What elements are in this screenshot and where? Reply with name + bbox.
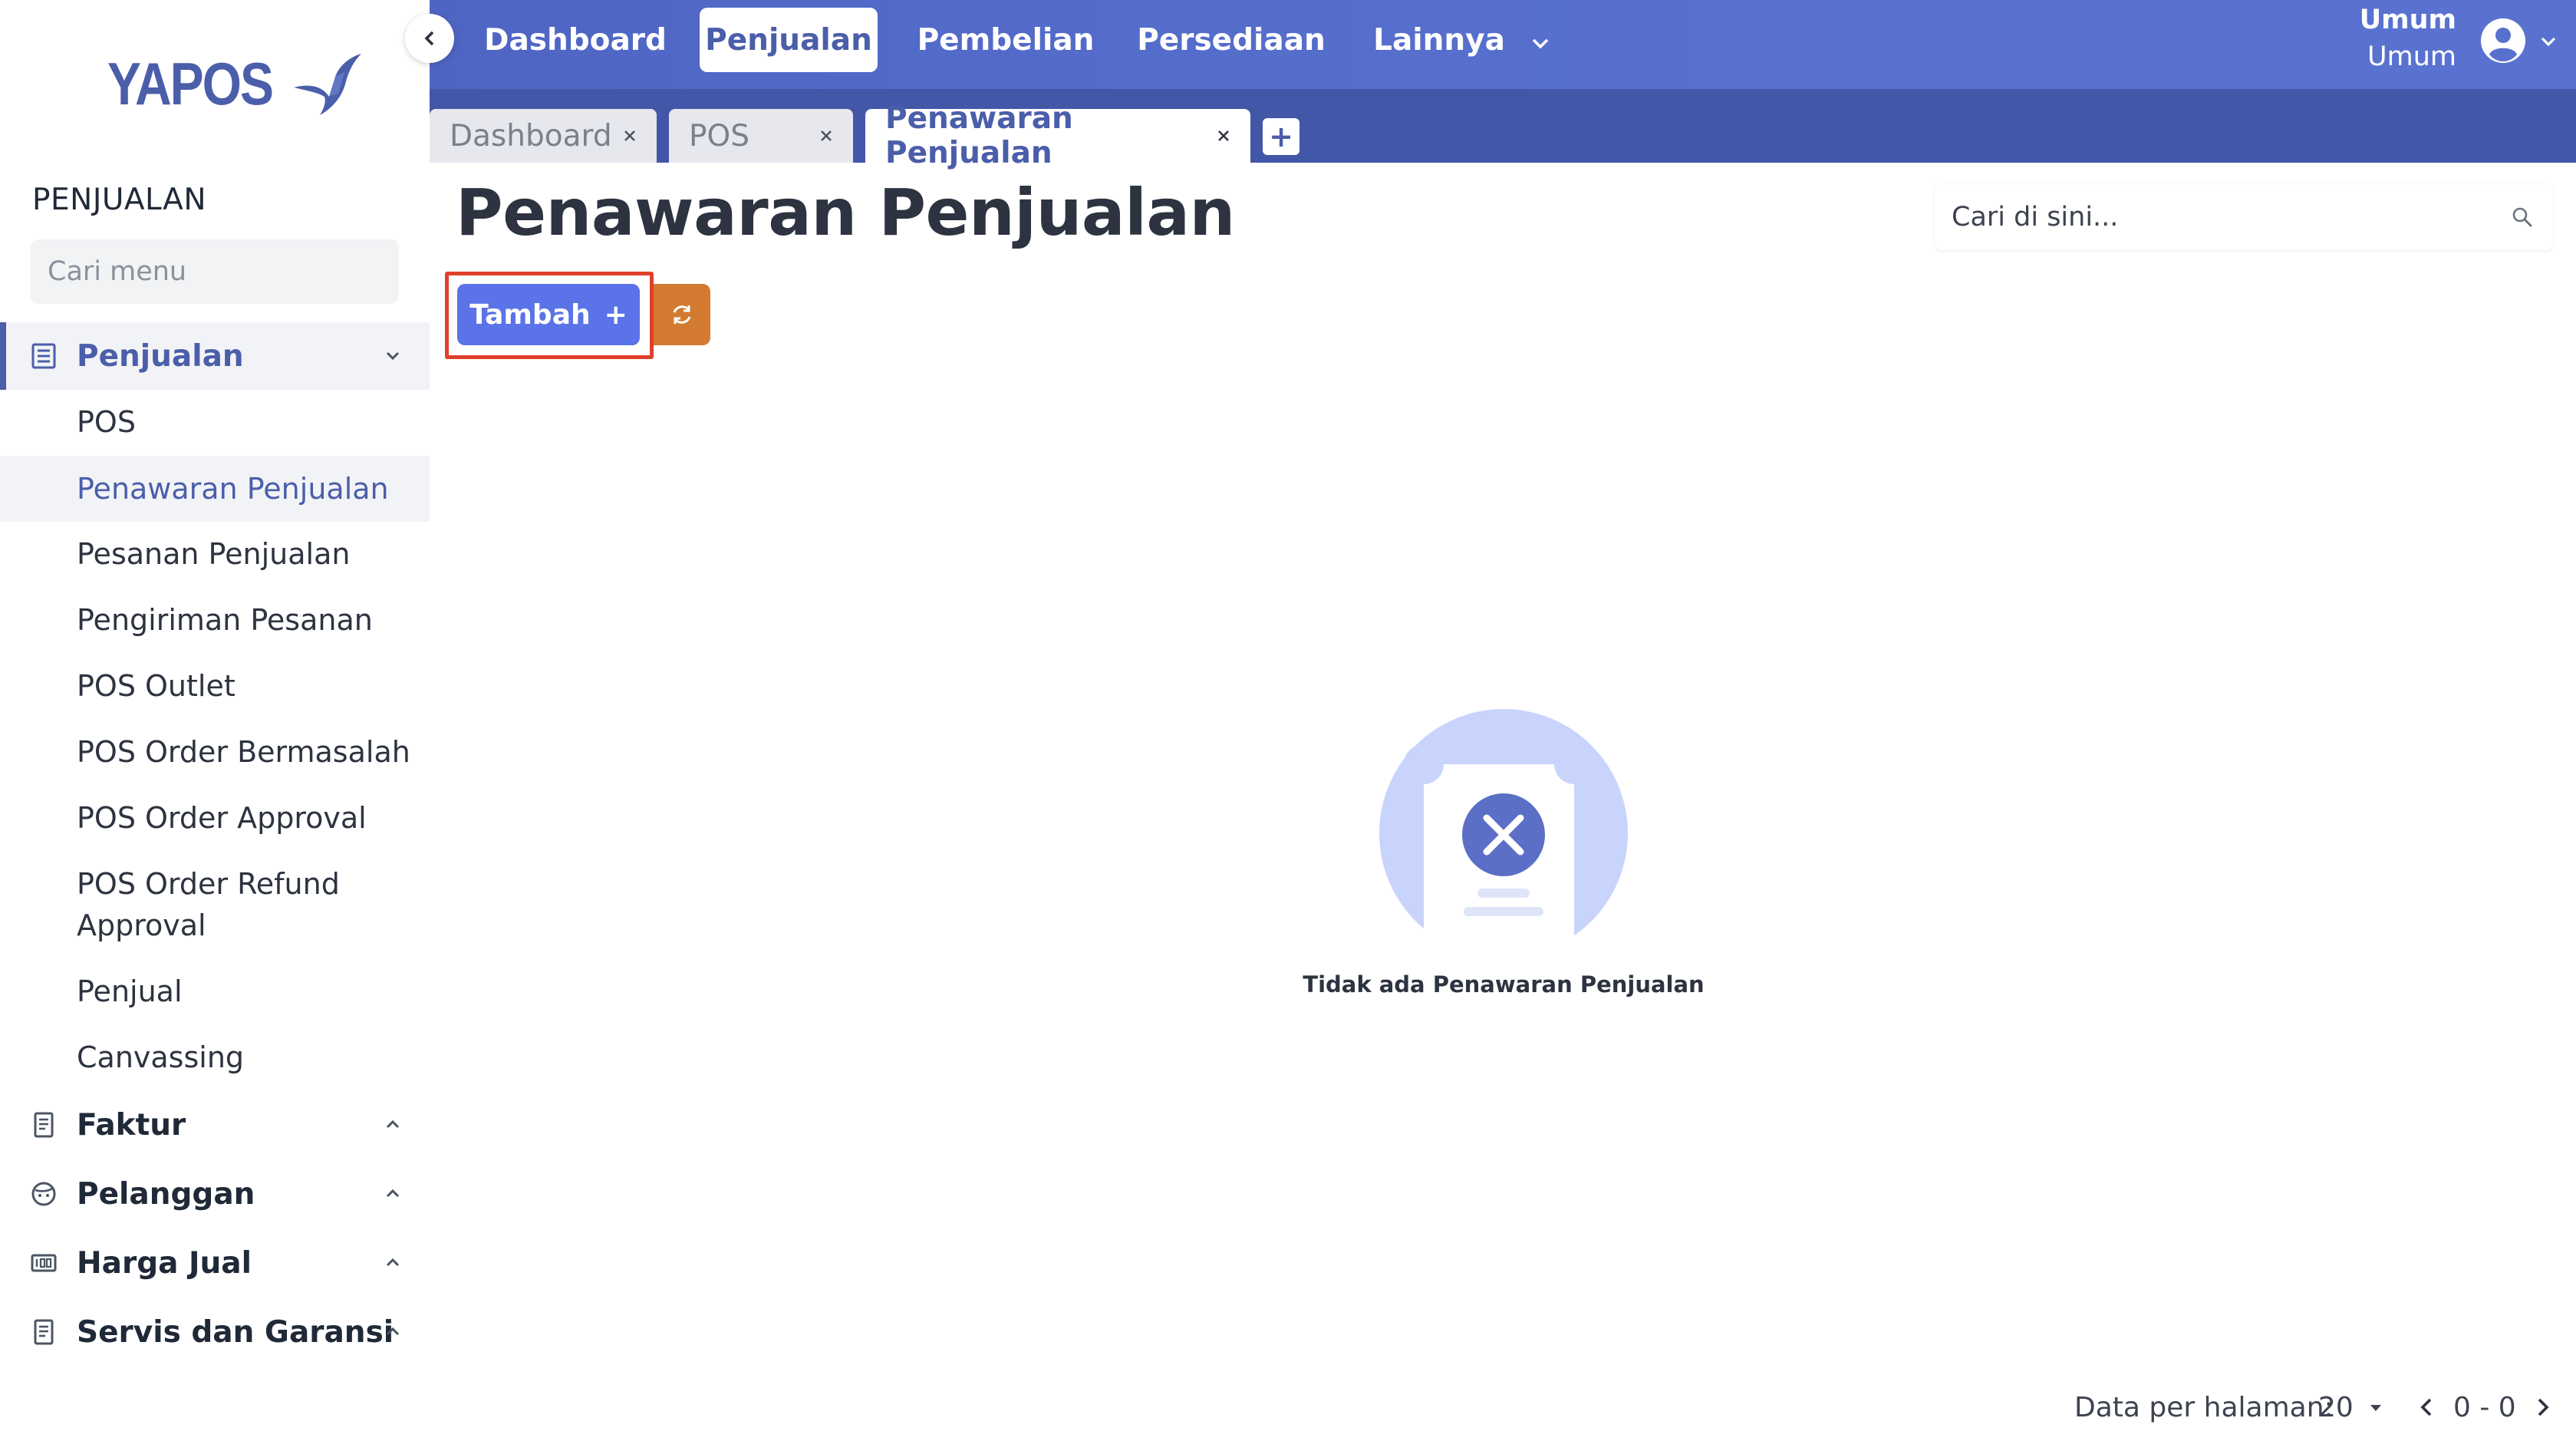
sidebar-group-label: Harga Jual bbox=[77, 1245, 252, 1281]
list-icon bbox=[31, 343, 56, 369]
sidebar: YAPOS PENJUALAN Penjualan POS Penawaran … bbox=[0, 0, 430, 1441]
sidebar-item-penawaran-penjualan[interactable]: Penawaran Penjualan bbox=[0, 456, 430, 522]
sidebar-group-penjualan[interactable]: Penjualan bbox=[0, 322, 430, 390]
chevron-down-icon[interactable] bbox=[2538, 31, 2559, 52]
user-branch: Umum bbox=[2367, 41, 2456, 72]
chevron-down-icon[interactable] bbox=[1527, 29, 1554, 57]
page-title: Penawaran Penjualan bbox=[456, 175, 1235, 250]
add-button-label: Tambah bbox=[469, 298, 591, 331]
tab-dashboard[interactable]: Dashboard bbox=[430, 109, 657, 163]
sidebar-group-harga-jual[interactable]: Harga Jual bbox=[0, 1229, 430, 1297]
sidebar-item-pos-order-refund-approval[interactable]: POS Order Refund Approval bbox=[0, 862, 399, 947]
caret-down-icon bbox=[2370, 1405, 2381, 1411]
sidebar-group-pelanggan[interactable]: Pelanggan bbox=[0, 1160, 430, 1228]
chevron-up-icon bbox=[386, 1258, 400, 1267]
main-search-box[interactable] bbox=[1935, 184, 2553, 250]
per-page-value: 20 bbox=[2318, 1391, 2354, 1423]
price-tag-icon bbox=[31, 1254, 57, 1272]
close-icon[interactable] bbox=[816, 126, 836, 146]
tab-label: Dashboard bbox=[450, 118, 612, 153]
tab-bar: Dashboard POS Penawaran Penjualan + bbox=[430, 89, 2576, 170]
sidebar-item-canvassing[interactable]: Canvassing bbox=[0, 1036, 430, 1079]
user-name-block[interactable]: Umum Umum bbox=[2360, 2, 2456, 75]
face-icon bbox=[31, 1182, 56, 1206]
top-navbar: Dashboard Penjualan Pembelian Persediaan… bbox=[430, 0, 2576, 89]
sidebar-item-pengiriman-pesanan[interactable]: Pengiriman Pesanan bbox=[0, 598, 430, 641]
sidebar-group-label: Faktur bbox=[77, 1107, 186, 1143]
user-avatar-icon[interactable] bbox=[2479, 17, 2527, 64]
sidebar-group-label: Servis dan Garansi bbox=[77, 1314, 394, 1350]
page-range: 0 - 0 bbox=[2453, 1391, 2516, 1423]
refresh-button[interactable] bbox=[654, 284, 710, 345]
sidebar-group-servis-dan-garansi[interactable]: Servis dan Garansi bbox=[0, 1298, 430, 1366]
tab-pos[interactable]: POS bbox=[669, 109, 853, 163]
sidebar-item-pesanan-penjualan[interactable]: Pesanan Penjualan bbox=[0, 533, 430, 575]
topnav-penjualan[interactable]: Penjualan bbox=[700, 8, 878, 72]
close-icon[interactable] bbox=[1214, 126, 1234, 146]
empty-state-message: Tidak ada Penawaran Penjualan bbox=[1303, 971, 1705, 997]
sidebar-item-pos-order-bermasalah[interactable]: POS Order Bermasalah bbox=[0, 730, 430, 773]
topnav-lainnya[interactable]: Lainnya bbox=[1356, 8, 1522, 72]
tab-penawaran-penjualan[interactable]: Penawaran Penjualan bbox=[865, 101, 1250, 170]
tab-label: Penawaran Penjualan bbox=[885, 101, 1073, 170]
sidebar-item-pos-outlet[interactable]: POS Outlet bbox=[0, 664, 430, 707]
chevron-up-icon bbox=[386, 1119, 400, 1129]
add-tab-button[interactable]: + bbox=[1263, 118, 1300, 155]
sidebar-group-label: Pelanggan bbox=[77, 1176, 255, 1212]
sidebar-group-faktur[interactable]: Faktur bbox=[0, 1091, 430, 1159]
main-search-input[interactable] bbox=[1952, 202, 2508, 232]
sidebar-item-penjual[interactable]: Penjual bbox=[0, 970, 430, 1013]
menu-search-box[interactable] bbox=[31, 239, 399, 304]
chevron-up-icon bbox=[386, 1327, 400, 1336]
chevron-down-icon bbox=[386, 351, 400, 361]
topnav-pembelian[interactable]: Pembelian bbox=[905, 8, 1106, 72]
sidebar-item-pos[interactable]: POS bbox=[0, 401, 430, 444]
per-page-label: Data per halaman: bbox=[2074, 1391, 2334, 1423]
receipt-icon bbox=[34, 1112, 54, 1138]
close-icon[interactable] bbox=[620, 126, 640, 146]
add-button[interactable]: Tambah + bbox=[457, 284, 640, 345]
collapse-sidebar-button[interactable] bbox=[405, 14, 454, 63]
sidebar-group-label: Penjualan bbox=[77, 338, 244, 374]
refresh-icon bbox=[673, 305, 691, 324]
bird-logo-icon bbox=[294, 54, 362, 115]
topnav-persediaan[interactable]: Persediaan bbox=[1122, 8, 1341, 72]
tab-label: POS bbox=[689, 118, 749, 153]
chevron-left-icon bbox=[424, 31, 434, 46]
per-page-select[interactable]: 20 bbox=[2318, 1392, 2386, 1423]
chevron-left-icon[interactable] bbox=[2415, 1395, 2439, 1420]
receipt-icon bbox=[34, 1319, 54, 1345]
sidebar-section-title: PENJUALAN bbox=[32, 183, 207, 217]
menu-search-input[interactable] bbox=[48, 256, 385, 287]
plus-icon: + bbox=[604, 298, 628, 331]
sidebar-item-pos-order-approval[interactable]: POS Order Approval bbox=[0, 796, 430, 839]
search-icon bbox=[2512, 207, 2532, 227]
topnav-dashboard[interactable]: Dashboard bbox=[484, 8, 667, 72]
app-logo[interactable]: YAPOS bbox=[107, 49, 363, 118]
empty-document-illustration bbox=[1379, 709, 1628, 959]
user-name: Umum bbox=[2359, 5, 2456, 35]
logo-text: YAPOS bbox=[107, 50, 274, 117]
chevron-right-icon[interactable] bbox=[2530, 1395, 2555, 1420]
chevron-up-icon bbox=[386, 1189, 400, 1198]
